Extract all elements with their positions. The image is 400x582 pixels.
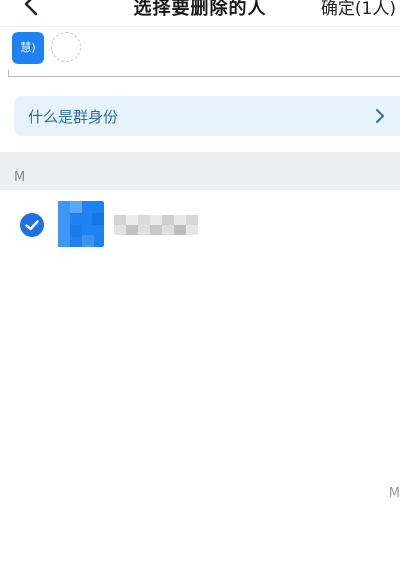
member-name-redacted: [114, 213, 200, 237]
add-placeholder-circle: [51, 32, 81, 62]
group-role-info-banner[interactable]: 什么是群身份: [14, 96, 400, 136]
confirm-button[interactable]: 确定(1人): [321, 0, 396, 19]
chevron-right-icon: [376, 109, 384, 123]
avatar: [58, 201, 104, 247]
search-input[interactable]: [8, 76, 400, 77]
check-icon: [25, 220, 39, 231]
navigation-bar: 选择要删除的人 确定(1人): [0, 0, 400, 27]
section-header: M: [0, 152, 400, 190]
selected-member-avatar[interactable]: 慧): [12, 32, 44, 64]
section-letter: M: [14, 170, 26, 185]
alphabet-index-letter[interactable]: M: [389, 486, 400, 501]
checkbox-checked[interactable]: [20, 213, 44, 237]
member-list-item[interactable]: [0, 195, 400, 253]
selected-members-bar: 慧): [0, 28, 400, 68]
info-banner-label: 什么是群身份: [28, 108, 119, 126]
